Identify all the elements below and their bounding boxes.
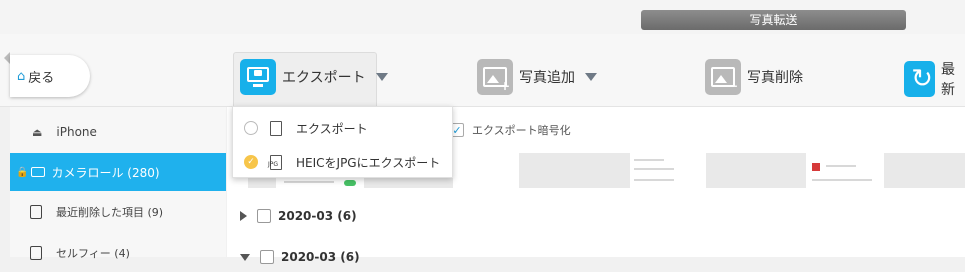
camera-icon <box>31 167 46 177</box>
sidebar-item-recently-deleted[interactable]: 最近削除した項目 (9) <box>10 193 226 231</box>
export-dropdown-menu: エクスポート ✓ JPG HEICをJPGにエクスポート <box>232 106 453 178</box>
sidebar-item-label: 最近削除した項目 (9) <box>56 206 164 219</box>
date-group-row[interactable]: 2020-03 (6) <box>240 250 360 264</box>
file-icon <box>270 120 282 136</box>
group-checkbox[interactable] <box>257 209 271 223</box>
back-label: 戻る <box>28 70 55 86</box>
photo-thumbnail[interactable] <box>453 153 519 188</box>
sidebar-item-camera-roll[interactable]: 🔒 カメラロール (280) <box>10 153 226 191</box>
monitor-lock-icon <box>240 59 276 95</box>
refresh-label: 最新 <box>940 62 955 98</box>
delete-photo-label: 写真削除 <box>747 70 803 86</box>
export-label: エクスポート <box>282 70 366 86</box>
trash-icon <box>30 205 42 219</box>
add-photo-button[interactable]: + 写真追加 <box>477 59 597 95</box>
add-photo-label: 写真追加 <box>519 70 575 86</box>
jpg-file-icon: JPG <box>268 154 282 170</box>
sync-icon: ↻ <box>904 61 935 97</box>
home-icon: ⌂ <box>17 68 26 84</box>
chevron-down-icon[interactable] <box>240 253 250 261</box>
export-button[interactable]: エクスポート <box>240 59 388 95</box>
menu-item-export[interactable]: エクスポート <box>233 111 452 145</box>
menu-item-heic-to-jpg[interactable]: ✓ JPG HEICをJPGにエクスポート <box>233 145 452 179</box>
radio-button[interactable] <box>244 121 258 135</box>
group-label: 2020-03 (6) <box>281 250 360 264</box>
lock-icon: 🔒 <box>16 166 29 178</box>
chevron-down-icon[interactable] <box>375 73 388 81</box>
sidebar-device[interactable]: ⏏ iPhone <box>10 112 226 152</box>
photo-delete-icon: − <box>705 59 741 95</box>
encrypt-export-option[interactable]: ✓ エクスポート暗号化 <box>450 122 571 138</box>
delete-photo-button[interactable]: − 写真削除 <box>705 59 803 95</box>
refresh-button[interactable]: ↻ 最新 <box>904 59 965 99</box>
chevron-right-icon[interactable] <box>240 211 247 221</box>
portrait-icon <box>30 246 42 260</box>
eject-icon[interactable]: ⏏ <box>32 126 42 139</box>
group-label: 2020-03 (6) <box>278 209 357 223</box>
photo-add-icon: + <box>477 59 513 95</box>
back-button[interactable]: ⌂ 戻る <box>10 55 90 97</box>
device-name: iPhone <box>56 125 97 139</box>
date-group-row[interactable]: 2020-03 (6) <box>240 209 357 223</box>
tab-photo-transfer[interactable]: 写真転送 <box>641 10 906 30</box>
group-checkbox[interactable] <box>260 250 274 264</box>
menu-item-label: HEICをJPGにエクスポート <box>296 155 441 170</box>
encrypt-label: エクスポート暗号化 <box>472 124 571 137</box>
chevron-down-icon[interactable] <box>585 73 597 81</box>
sidebar-item-label: セルフィー (4) <box>56 247 130 260</box>
photo-thumbnail[interactable] <box>806 153 884 188</box>
menu-item-label: エクスポート <box>296 121 368 136</box>
sidebar-item-selfie[interactable]: セルフィー (4) <box>10 234 226 272</box>
photo-thumbnail[interactable] <box>630 153 706 188</box>
sidebar-item-label: カメラロール (280) <box>51 165 160 180</box>
radio-button-selected[interactable]: ✓ <box>244 155 258 169</box>
